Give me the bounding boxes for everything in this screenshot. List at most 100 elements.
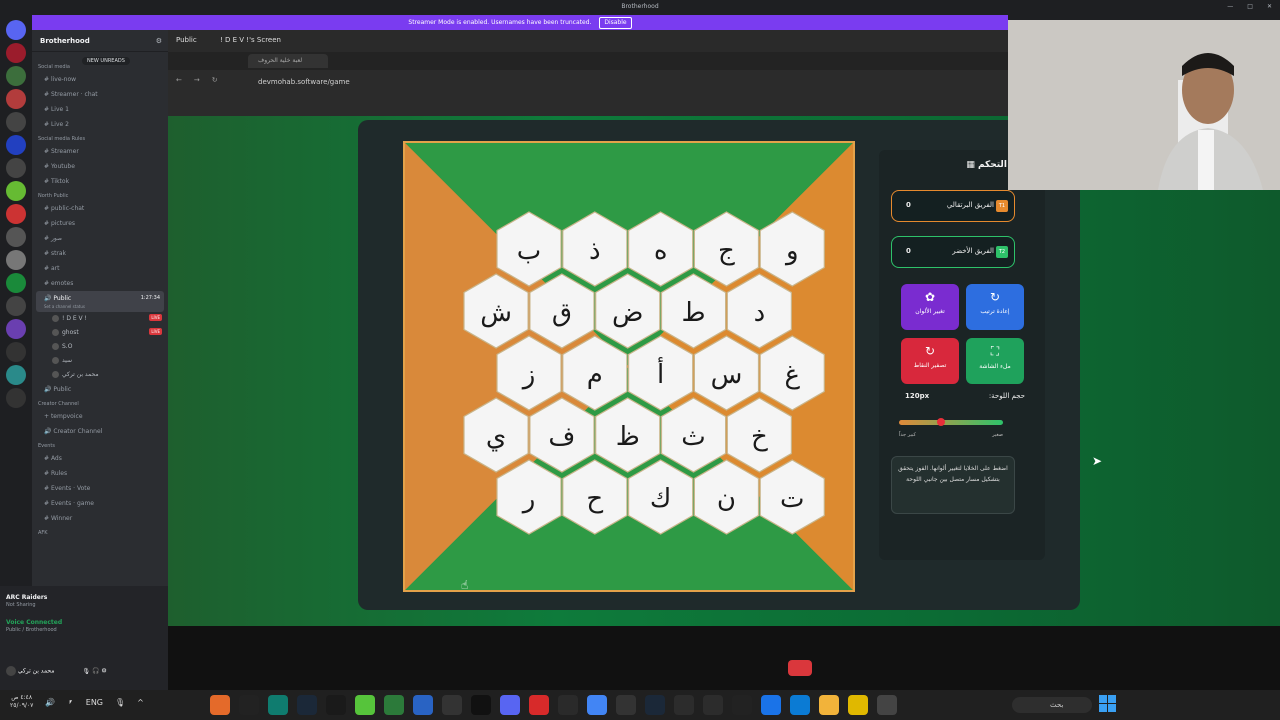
app-icon[interactable]: [326, 695, 346, 715]
category-events[interactable]: Events: [32, 439, 168, 451]
volume-icon[interactable]: 🔊: [45, 698, 55, 707]
minimize-icon[interactable]: —: [1227, 0, 1233, 14]
app-icon[interactable]: [761, 695, 781, 715]
channel-item[interactable]: # art: [32, 261, 168, 276]
server-icon[interactable]: [6, 181, 26, 201]
channel-item[interactable]: # pictures: [32, 216, 168, 231]
server-header[interactable]: Brotherhood ⚙: [32, 30, 168, 52]
app-icon[interactable]: [703, 695, 723, 715]
taskbar-search[interactable]: بحث: [1012, 697, 1092, 713]
channel-item[interactable]: # Events · Vote: [32, 481, 168, 496]
channel-item[interactable]: # live-now: [32, 72, 168, 87]
server-icon[interactable]: [6, 388, 26, 408]
epic-games-icon[interactable]: [732, 695, 752, 715]
app-icon[interactable]: [848, 695, 868, 715]
channel-item[interactable]: # Live 1: [32, 102, 168, 117]
app-icon[interactable]: [674, 695, 694, 715]
channel-item[interactable]: # Youtube: [32, 159, 168, 174]
channel-item[interactable]: # Tiktok: [32, 174, 168, 189]
app-icon[interactable]: [413, 695, 433, 715]
tab-screen[interactable]: ! D E V !'s Screen: [220, 36, 281, 44]
channel-item[interactable]: + tempvoice: [32, 409, 168, 424]
voice-user[interactable]: S.O: [32, 340, 168, 354]
server-icon[interactable]: [6, 66, 26, 86]
microphone-icon[interactable]: 🎙: [82, 668, 90, 675]
current-user[interactable]: محمد بن تركي 🎙 🎧 ⚙: [6, 666, 107, 676]
category-afk[interactable]: AFK: [32, 526, 168, 538]
channel-item[interactable]: # Live 2: [32, 117, 168, 132]
app-icon[interactable]: [355, 695, 375, 715]
server-icon[interactable]: [6, 135, 26, 155]
server-icon[interactable]: [6, 296, 26, 316]
tiktok-icon[interactable]: [471, 695, 491, 715]
language-indicator[interactable]: ENG: [86, 698, 103, 707]
category-creator[interactable]: Creator Channel: [32, 397, 168, 409]
server-icon[interactable]: [6, 365, 26, 385]
disable-button[interactable]: Disable: [599, 17, 632, 29]
browser-tab[interactable]: لعبة خلية الحروف: [248, 54, 328, 68]
discord-home-icon[interactable]: [6, 20, 26, 40]
app-icon[interactable]: [616, 695, 636, 715]
server-icon[interactable]: [6, 43, 26, 63]
server-icon[interactable]: [6, 319, 26, 339]
channel-item[interactable]: # emotes: [32, 276, 168, 291]
network-icon[interactable]: ⎖: [67, 697, 73, 707]
chrome-icon[interactable]: [587, 695, 607, 715]
steam-icon[interactable]: [297, 695, 317, 715]
reorder-button[interactable]: ↻ إعادة ترتيب: [966, 284, 1024, 330]
channel-item[interactable]: # Winner: [32, 511, 168, 526]
app-icon[interactable]: [384, 695, 404, 715]
reset-scores-button[interactable]: ↻ تصفير النقاط: [901, 338, 959, 384]
add-friend-icon[interactable]: ⚙: [156, 30, 162, 52]
voice-user[interactable]: محمد بن تركي: [32, 368, 168, 382]
app-icon[interactable]: [268, 695, 288, 715]
discord-icon[interactable]: [500, 695, 520, 715]
app-icon[interactable]: [442, 695, 462, 715]
voice-connected-sub[interactable]: Public / Brotherhood: [6, 627, 57, 633]
close-icon[interactable]: ✕: [1267, 0, 1272, 14]
channel-item[interactable]: # Events · game: [32, 496, 168, 511]
app-icon[interactable]: [877, 695, 897, 715]
server-icon[interactable]: [6, 89, 26, 109]
app-icon[interactable]: [239, 695, 259, 715]
channel-item[interactable]: # Ads: [32, 451, 168, 466]
channel-item[interactable]: # Rules: [32, 466, 168, 481]
clock[interactable]: ٤:٤٨ ص ٢٥/٠٩/٠٧: [10, 694, 33, 710]
app-icon[interactable]: [645, 695, 665, 715]
channel-item[interactable]: # Streamer: [32, 144, 168, 159]
app-icon[interactable]: [529, 695, 549, 715]
maximize-icon[interactable]: □: [1247, 0, 1253, 14]
voice-channel-public-2[interactable]: 🔊 Public: [32, 382, 168, 397]
channel-item[interactable]: # صور: [32, 231, 168, 246]
category-social-media-rules[interactable]: Social media Rules: [32, 132, 168, 144]
voice-channel-public[interactable]: 🔊 Public 1:27:34 Set a channel status: [36, 291, 164, 312]
voice-user[interactable]: ghost LIVE: [32, 326, 168, 340]
change-colors-button[interactable]: ✿ تغيير الألوان: [901, 284, 959, 330]
windows-start-icon[interactable]: [1099, 695, 1117, 713]
file-explorer-icon[interactable]: [819, 695, 839, 715]
fullscreen-button[interactable]: ⛶ ملء الشاشة: [966, 338, 1024, 384]
server-icon[interactable]: [6, 250, 26, 270]
channel-item[interactable]: # strak: [32, 246, 168, 261]
edge-icon[interactable]: [790, 695, 810, 715]
channel-item[interactable]: 🔊 Creator Channel: [32, 424, 168, 439]
headphones-icon[interactable]: 🎧: [92, 668, 99, 675]
channel-item[interactable]: # Streamer · chat: [32, 87, 168, 102]
server-icon[interactable]: [6, 158, 26, 178]
app-icon[interactable]: [210, 695, 230, 715]
slider-knob[interactable]: [937, 418, 945, 426]
tab-public[interactable]: Public: [176, 36, 197, 44]
settings-gear-icon[interactable]: ⚙: [101, 668, 106, 675]
app-icon[interactable]: [558, 695, 578, 715]
server-icon[interactable]: [6, 342, 26, 362]
nav-arrows-icon[interactable]: ←→↻: [176, 76, 230, 84]
end-stream-button[interactable]: [788, 660, 812, 676]
voice-user[interactable]: ! D E V ! LIVE: [32, 312, 168, 326]
server-icon[interactable]: [6, 227, 26, 247]
url-field[interactable]: devmohab.software/game: [238, 75, 758, 89]
server-icon[interactable]: [6, 204, 26, 224]
voice-user[interactable]: سيد: [32, 354, 168, 368]
category-north-public[interactable]: North Public: [32, 189, 168, 201]
board-size-slider[interactable]: [899, 418, 1003, 426]
microphone-icon[interactable]: 🎙: [115, 698, 125, 707]
